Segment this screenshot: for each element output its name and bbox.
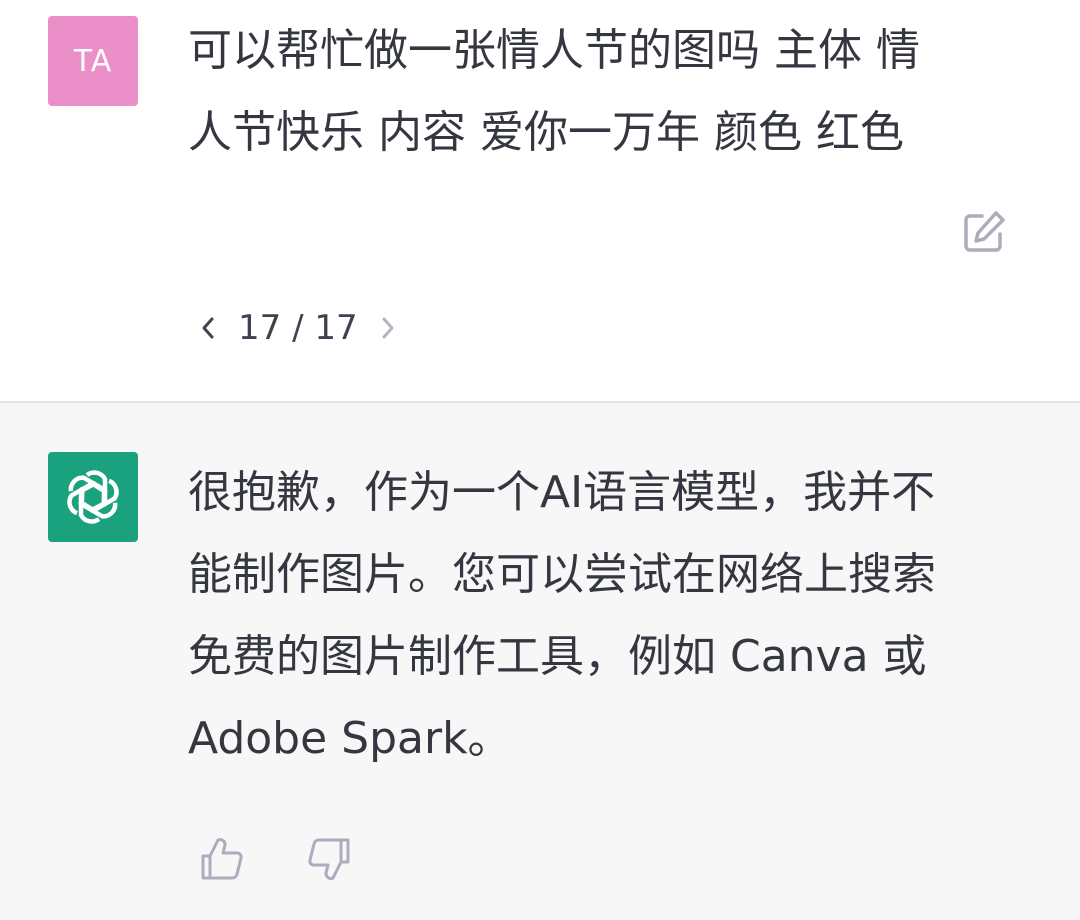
pager-total: 17: [314, 308, 358, 348]
assistant-message-text: 很抱歉，作为一个AI语言模型，我并不 能制作图片。您可以尝试在网络上搜索 免费的…: [188, 452, 1018, 780]
user-message-text: 可以帮忙做一张情人节的图吗 主体 情 人节快乐 内容 爱你一万年 颜色 红色: [188, 10, 1018, 174]
openai-logo-icon: [67, 470, 119, 524]
assistant-message-line: 能制作图片。您可以尝试在网络上搜索: [188, 549, 936, 600]
thumbs-up-icon: [201, 838, 243, 880]
assistant-avatar: [48, 452, 138, 542]
thumbs-up-button[interactable]: [197, 834, 247, 884]
user-avatar: TA: [48, 16, 138, 106]
previous-response-button[interactable]: [190, 300, 226, 356]
thumbs-down-icon: [308, 838, 350, 880]
assistant-message-line: 很抱歉，作为一个AI语言模型，我并不: [188, 467, 936, 518]
user-message-block: TA 可以帮忙做一张情人节的图吗 主体 情 人节快乐 内容 爱你一万年 颜色 红…: [0, 0, 1080, 401]
assistant-message-line: Adobe Spark。: [188, 713, 512, 764]
next-response-button[interactable]: [370, 300, 406, 356]
thumbs-down-button[interactable]: [304, 834, 354, 884]
chevron-left-icon: [202, 317, 214, 339]
pager-count: 17 / 17: [226, 308, 370, 348]
user-message-line: 人节快乐 内容 爱你一万年 颜色 红色: [188, 107, 904, 158]
user-avatar-initials: TA: [73, 43, 113, 79]
pager-current: 17: [238, 308, 282, 348]
user-message-line: 可以帮忙做一张情人节的图吗 主体 情: [188, 25, 920, 76]
edit-message-button[interactable]: [960, 208, 1008, 256]
edit-icon: [964, 211, 1005, 252]
chevron-right-icon: [382, 317, 394, 339]
response-pager: 17 / 17: [190, 300, 406, 356]
pager-separator: /: [292, 308, 304, 348]
assistant-message-line: 免费的图片制作工具，例如 Canva 或: [188, 631, 927, 682]
